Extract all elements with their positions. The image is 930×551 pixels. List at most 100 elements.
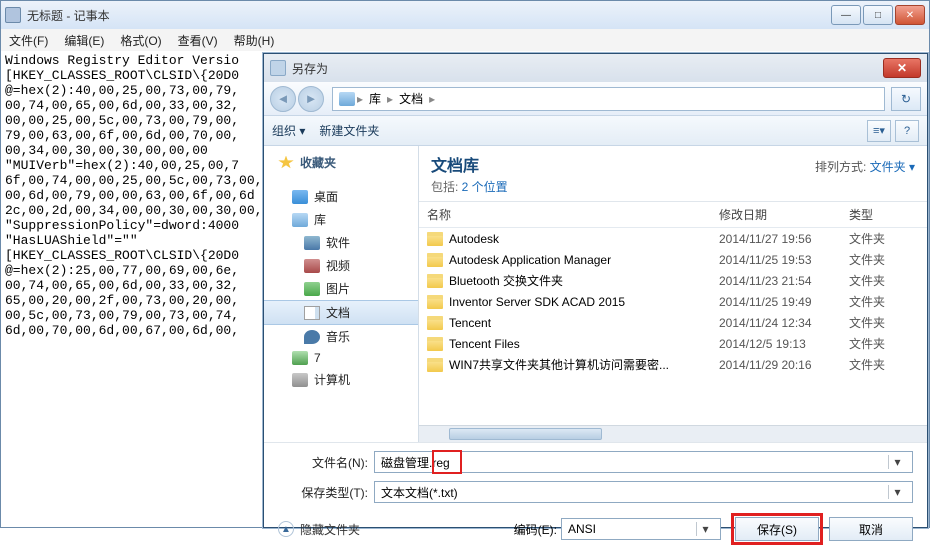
file-name: Tencent [449, 316, 719, 330]
nav-back-button[interactable]: ◄ [270, 86, 296, 112]
col-date[interactable]: 修改日期 [719, 206, 849, 223]
notepad-title: 无标题 - 记事本 [27, 7, 110, 24]
organize-button[interactable]: 组织 ▾ [272, 122, 305, 139]
dialog-close-button[interactable]: ✕ [883, 58, 921, 78]
menu-file[interactable]: 文件(F) [1, 32, 56, 49]
menu-edit[interactable]: 编辑(E) [56, 32, 112, 49]
newfolder-button[interactable]: 新建文件夹 [319, 122, 379, 139]
menu-view[interactable]: 查看(V) [170, 32, 226, 49]
filename-input[interactable]: 磁盘管理.reg ▾ [374, 451, 913, 473]
filename-value: 磁盘管理.reg [381, 454, 450, 471]
file-row[interactable]: Tencent2014/11/24 12:34文件夹 [419, 312, 927, 333]
tree-software[interactable]: 软件 [264, 231, 418, 254]
file-row[interactable]: WIN7共享文件夹其他计算机访问需要密...2014/11/29 20:16文件… [419, 354, 927, 375]
file-list: Autodesk2014/11/27 19:56文件夹Autodesk Appl… [419, 228, 927, 425]
arrange-by-dropdown[interactable]: 文件夹 ▾ [870, 160, 915, 174]
dialog-title: 另存为 [292, 60, 328, 77]
cancel-button[interactable]: 取消 [829, 517, 913, 541]
filetype-value: 文本文档(*.txt) [381, 484, 458, 501]
folder-icon [427, 232, 443, 246]
notepad-icon [5, 7, 21, 23]
col-name[interactable]: 名称 [427, 206, 719, 223]
filetype-label: 保存类型(T): [278, 484, 368, 501]
file-name: Inventor Server SDK ACAD 2015 [449, 295, 719, 309]
filename-label: 文件名(N): [278, 454, 368, 471]
maximize-button[interactable]: □ [863, 5, 893, 25]
tree-pictures[interactable]: 图片 [264, 277, 418, 300]
pane-header: 文档库 包括: 2 个位置 排列方式: 文件夹 ▾ [419, 146, 927, 202]
file-row[interactable]: Bluetooth 交换文件夹2014/11/23 21:54文件夹 [419, 270, 927, 291]
filetype-dropdown-arrow[interactable]: ▾ [888, 485, 906, 499]
folder-icon [427, 274, 443, 288]
file-type: 文件夹 [849, 272, 919, 289]
folder-icon [427, 295, 443, 309]
file-date: 2014/11/25 19:53 [719, 253, 849, 267]
file-row[interactable]: Inventor Server SDK ACAD 20152014/11/25 … [419, 291, 927, 312]
notepad-titlebar: 无标题 - 记事本 — □ ✕ [1, 1, 929, 29]
file-type: 文件夹 [849, 356, 919, 373]
tree-music[interactable]: 音乐 [264, 325, 418, 348]
pane-locations-link[interactable]: 2 个位置 [462, 180, 508, 194]
file-date: 2014/11/25 19:49 [719, 295, 849, 309]
chevron-up-icon: ▲ [278, 521, 294, 537]
file-name: Autodesk Application Manager [449, 253, 719, 267]
picture-icon [304, 282, 320, 296]
encoding-label: 编码(E): [514, 521, 557, 538]
filename-dropdown-arrow[interactable]: ▾ [888, 455, 906, 469]
col-type[interactable]: 类型 [849, 206, 919, 223]
file-row[interactable]: Autodesk2014/11/27 19:56文件夹 [419, 228, 927, 249]
folder-icon [427, 358, 443, 372]
tree-desktop[interactable]: 桌面 [264, 185, 418, 208]
libraries-icon [292, 213, 308, 227]
encoding-combobox[interactable]: ANSI ▾ [561, 518, 721, 540]
horizontal-scrollbar[interactable] [419, 425, 927, 442]
tree-favorites[interactable]: 收藏夹 [264, 150, 418, 175]
file-date: 2014/11/24 12:34 [719, 316, 849, 330]
view-options-button[interactable]: ≡▾ [867, 120, 891, 142]
file-name: Bluetooth 交换文件夹 [449, 272, 719, 289]
breadcrumb-lib[interactable]: 库 [365, 90, 385, 107]
file-type: 文件夹 [849, 251, 919, 268]
library-icon [339, 92, 355, 106]
refresh-button[interactable]: ↻ [891, 87, 921, 111]
tree-videos[interactable]: 视频 [264, 254, 418, 277]
nav-forward-button[interactable]: ► [298, 86, 324, 112]
close-button[interactable]: ✕ [895, 5, 925, 25]
menu-format[interactable]: 格式(O) [112, 32, 169, 49]
arrange-label: 排列方式: [815, 160, 866, 174]
file-name: Tencent Files [449, 337, 719, 351]
menu-help[interactable]: 帮助(H) [226, 32, 283, 49]
filetype-combobox[interactable]: 文本文档(*.txt) ▾ [374, 481, 913, 503]
pane-subtext-prefix: 包括: [431, 180, 462, 194]
star-icon [278, 156, 294, 170]
computer-icon [292, 373, 308, 387]
encoding-value: ANSI [568, 522, 596, 536]
encoding-dropdown-arrow[interactable]: ▾ [696, 522, 714, 536]
file-name: WIN7共享文件夹其他计算机访问需要密... [449, 356, 719, 373]
save-icon [270, 60, 286, 76]
music-icon [304, 330, 320, 344]
notepad-menubar: 文件(F) 编辑(E) 格式(O) 查看(V) 帮助(H) [1, 29, 929, 51]
help-button[interactable]: ? [895, 120, 919, 142]
tree-libraries[interactable]: 库 [264, 208, 418, 231]
save-button[interactable]: 保存(S) [735, 517, 819, 541]
column-headers[interactable]: 名称 修改日期 类型 [419, 202, 927, 228]
hide-folders-toggle[interactable]: ▲ 隐藏文件夹 [278, 521, 360, 538]
file-date: 2014/11/27 19:56 [719, 232, 849, 246]
dialog-titlebar: 另存为 ✕ [264, 54, 927, 82]
tree-seven[interactable]: 7 [264, 348, 418, 368]
minimize-button[interactable]: — [831, 5, 861, 25]
folder-icon [427, 253, 443, 267]
save-as-dialog: 另存为 ✕ ◄ ► 库 文档 ↻ 组织 ▾ 新建文件夹 ≡▾ ? 收藏夹 [263, 53, 928, 528]
file-row[interactable]: Tencent Files2014/12/5 19:13文件夹 [419, 333, 927, 354]
tree-documents[interactable]: 文档 [264, 300, 418, 325]
file-date: 2014/11/29 20:16 [719, 358, 849, 372]
file-row[interactable]: Autodesk Application Manager2014/11/25 1… [419, 249, 927, 270]
file-type: 文件夹 [849, 230, 919, 247]
navigation-tree: 收藏夹 桌面 库 软件 视频 图片 文档 音乐 7 计算机 [264, 146, 419, 442]
breadcrumb-docs[interactable]: 文档 [395, 90, 427, 107]
folder-icon [427, 316, 443, 330]
tree-computer[interactable]: 计算机 [264, 368, 418, 391]
address-bar[interactable]: 库 文档 [332, 87, 885, 111]
file-name: Autodesk [449, 232, 719, 246]
